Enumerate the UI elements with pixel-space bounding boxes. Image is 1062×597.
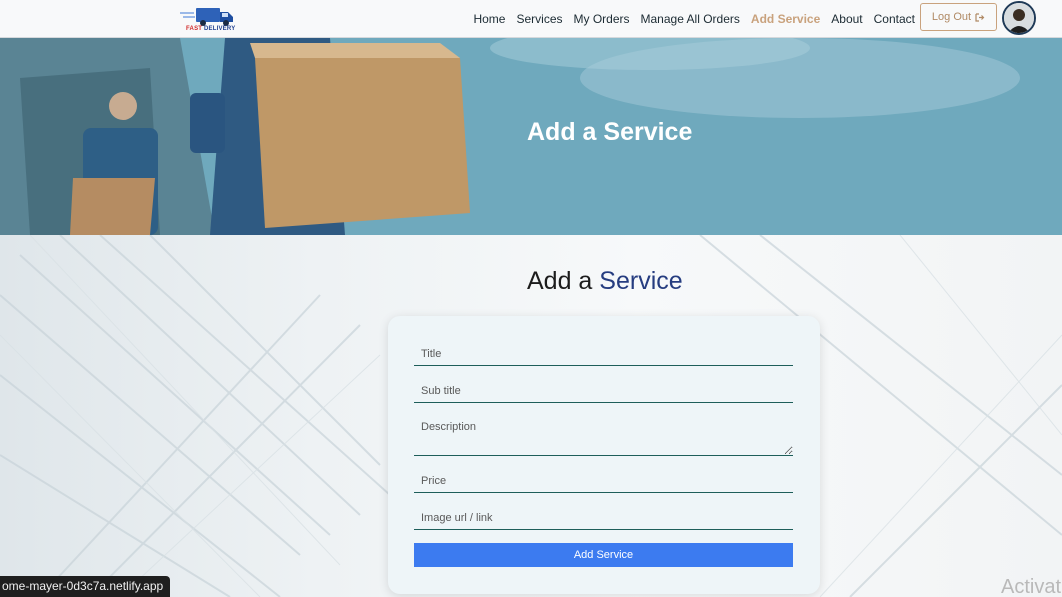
delivery-truck-icon (180, 8, 233, 26)
fast-delivery-logo[interactable]: FAST DELIVERY (180, 4, 244, 34)
nav-link-home[interactable]: Home (473, 12, 505, 26)
logo-text: FAST DELIVERY (186, 26, 236, 32)
nav-link-about[interactable]: About (831, 12, 862, 26)
sign-out-icon (975, 12, 985, 22)
title-input[interactable] (414, 342, 793, 366)
nav-link-manage-all-orders[interactable]: Manage All Orders (641, 12, 740, 26)
description-textarea[interactable] (414, 416, 793, 456)
status-bar-url: ome-mayer-0d3c7a.netlify.app (0, 576, 171, 597)
nav-links: Home Services My Orders Manage All Order… (462, 0, 915, 38)
subtitle-input[interactable] (414, 379, 793, 403)
nav-link-contact[interactable]: Contact (874, 12, 915, 26)
add-service-form: Add Service (388, 316, 820, 594)
nav-link-my-orders[interactable]: My Orders (574, 12, 630, 26)
navbar: FAST DELIVERY Home Services My Orders Ma… (0, 0, 1062, 38)
nav-link-add-service[interactable]: Add Service (751, 12, 820, 26)
section-title: Add a Service (527, 267, 683, 296)
user-avatar[interactable] (1002, 1, 1036, 35)
section-title-part1: Add a (527, 267, 593, 295)
price-input[interactable] (414, 469, 793, 493)
hero-title: Add a Service (527, 118, 693, 146)
image-url-input[interactable] (414, 506, 793, 530)
logout-label: Log Out (931, 11, 972, 23)
section-title-accent: Service (599, 267, 683, 295)
add-service-button[interactable]: Add Service (414, 543, 793, 567)
main-section: Add a Service Add Service (0, 235, 1062, 597)
logout-button[interactable]: Log Out (920, 3, 997, 31)
hero-banner: Add a Service (0, 38, 1062, 235)
os-activation-watermark: Activat (1001, 576, 1062, 597)
nav-link-services[interactable]: Services (516, 12, 562, 26)
user-photo-icon (1004, 3, 1034, 33)
